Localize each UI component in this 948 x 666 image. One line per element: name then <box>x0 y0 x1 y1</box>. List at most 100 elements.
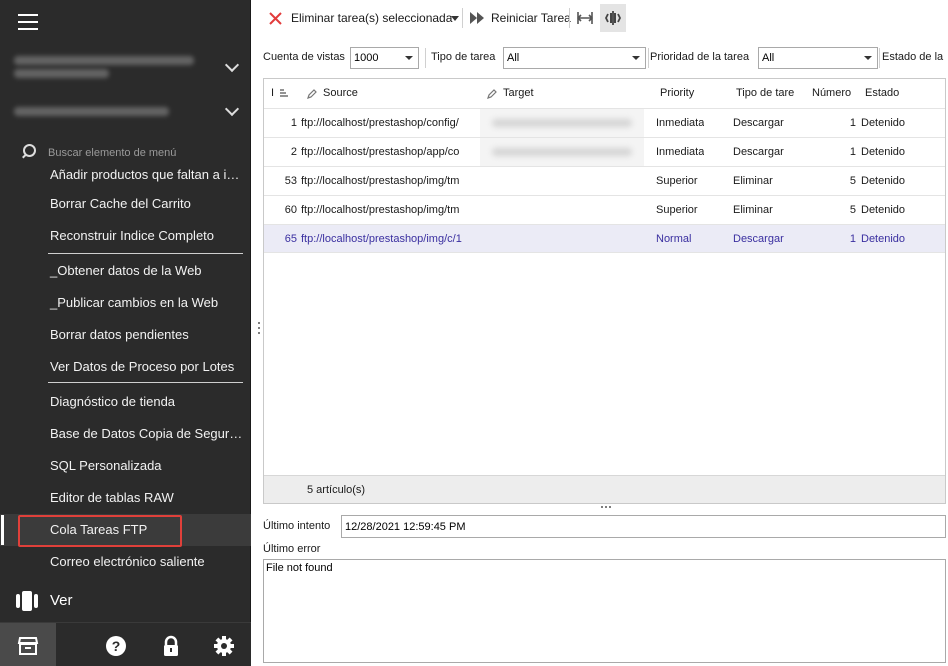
split-vertical-icon <box>605 11 621 25</box>
filter-divider <box>879 48 880 68</box>
sidebar-item-outgoing-email[interactable]: Correo electrónico saliente <box>0 546 251 576</box>
store-manager-selector[interactable] <box>0 92 251 130</box>
last-attempt-label: Último intento <box>263 520 331 532</box>
vertical-layout-button[interactable] <box>600 4 626 32</box>
chevron-down-icon <box>864 56 872 60</box>
task-priority-select[interactable]: All <box>758 47 878 69</box>
cell-target-blurred <box>480 109 644 137</box>
cell-number: 5 <box>849 204 856 216</box>
cell-number: 5 <box>849 175 856 187</box>
sidebar-item-clear-pending-data[interactable]: Borrar datos pendientes <box>0 319 251 351</box>
sidebar-item-ver[interactable]: Ver <box>0 583 251 619</box>
highlight-annotation <box>18 515 182 547</box>
sidebar-item-store-diagnostics[interactable]: Diagnóstico de tienda <box>0 386 251 418</box>
task-type-value: All <box>507 52 520 64</box>
sidebar-item-clear-cart-cache[interactable]: Borrar Cache del Carrito <box>0 188 251 220</box>
table-row[interactable]: 53 ftp://localhost/prestashop/img/tm Sup… <box>264 166 945 195</box>
filter-bar: Cuenta de vistas 1000 Tipo de tarea All … <box>251 44 948 72</box>
main-panel: Eliminar tarea(s) seleccionada Reiniciar… <box>251 0 948 666</box>
cell-status: Detenido <box>861 117 906 129</box>
col-header-status[interactable]: Estado <box>865 87 899 99</box>
col-header-id-label: I <box>271 87 275 99</box>
split-horizontal-icon <box>577 12 593 24</box>
col-header-id[interactable]: I <box>271 87 288 99</box>
task-priority-value: All <box>762 52 775 64</box>
cell-priority: Superior <box>656 204 698 216</box>
chevron-down-icon <box>405 56 413 60</box>
col-header-priority[interactable]: Priority <box>660 87 694 99</box>
views-count-label: Cuenta de vistas <box>263 51 345 63</box>
sidebar-item-rebuild-index[interactable]: Reconstruir Indice Completo <box>0 220 251 252</box>
filter-divider <box>425 48 426 68</box>
sidebar-item-publish-web-changes[interactable]: _Publicar cambios en la Web <box>0 287 251 319</box>
col-header-target[interactable]: Target <box>486 87 534 99</box>
selected-indicator <box>1 515 4 545</box>
views-count-value: 1000 <box>354 52 379 64</box>
toolbar-divider <box>569 8 570 28</box>
table-row[interactable]: 1 ftp://localhost/prestashop/config/ Inm… <box>264 108 945 137</box>
sidebar-item-database-backup[interactable]: Base de Datos Copia de Seguridad <box>0 418 251 450</box>
last-attempt-field[interactable] <box>341 515 946 538</box>
task-type-label: Tipo de tarea <box>431 51 496 63</box>
col-header-task-type[interactable]: Tipo de tare <box>736 87 794 99</box>
cell-id: 2 <box>290 146 297 158</box>
table-row-selected[interactable]: 65 ftp://localhost/prestashop/img/c/1 No… <box>264 224 945 253</box>
cell-status: Detenido <box>861 175 906 187</box>
sidebar-item-custom-sql[interactable]: SQL Personalizada <box>0 450 251 482</box>
cell-source: ftp://localhost/prestashop/img/c/1 <box>301 233 462 245</box>
cell-id: 1 <box>290 117 297 129</box>
edit-pencil-icon <box>307 89 317 99</box>
cell-status: Detenido <box>861 233 906 245</box>
menu-search-input[interactable] <box>48 144 243 162</box>
chevron-down-icon[interactable] <box>225 103 239 117</box>
sidebar-bottom-bar: ? <box>0 622 251 666</box>
cell-target-blurred <box>480 138 644 166</box>
menu-divider <box>48 253 243 254</box>
vertical-splitter-handle[interactable] <box>257 322 261 336</box>
cell-task-type: Eliminar <box>733 204 773 216</box>
last-error-field[interactable]: File not found <box>263 559 946 663</box>
help-icon[interactable]: ? <box>105 635 127 657</box>
cell-task-type: Descargar <box>733 117 784 129</box>
toolbar-divider <box>462 8 463 28</box>
edit-pencil-icon <box>487 89 497 99</box>
filter-divider <box>648 48 649 68</box>
cell-priority: Superior <box>656 175 698 187</box>
sidebar-item-raw-table-editor[interactable]: Editor de tablas RAW <box>0 482 251 514</box>
restart-task-label: Reiniciar Tarea <box>491 11 571 25</box>
search-icon <box>21 144 36 158</box>
delete-dropdown-button[interactable] <box>451 5 461 31</box>
delete-x-icon <box>269 12 282 25</box>
sidebar-item-batch-process-data[interactable]: Ver Datos de Proceso por Lotes <box>0 351 251 383</box>
hamburger-menu-icon[interactable] <box>18 14 38 30</box>
cell-id: 65 <box>284 233 297 245</box>
col-header-source[interactable]: Source <box>306 87 358 99</box>
cell-status: Detenido <box>861 204 906 216</box>
view-panels-icon <box>16 591 38 611</box>
cell-number: 1 <box>849 146 856 158</box>
table-row[interactable]: 60 ftp://localhost/prestashop/img/tm Sup… <box>264 195 945 224</box>
cell-task-type: Eliminar <box>733 175 773 187</box>
cell-id: 60 <box>284 204 297 216</box>
store-selector[interactable] <box>0 46 251 84</box>
horizontal-layout-button[interactable] <box>575 5 595 31</box>
table-row[interactable]: 2 ftp://localhost/prestashop/app/co Inme… <box>264 137 945 166</box>
sidebar: Añadir productos que faltan a inici Borr… <box>0 0 251 666</box>
store-button[interactable] <box>0 623 56 666</box>
sidebar-item-get-web-data[interactable]: _Obtener datos de la Web <box>0 255 251 287</box>
lock-icon[interactable] <box>160 635 182 657</box>
grid-header: I Source Target Priority Tipo de tare Nú… <box>264 79 945 108</box>
cell-task-type: Descargar <box>733 233 784 245</box>
fast-forward-icon <box>470 12 484 24</box>
ftp-tasks-grid: I Source Target Priority Tipo de tare Nú… <box>263 78 946 504</box>
store-name-blurred <box>14 56 194 65</box>
horizontal-splitter-handle[interactable] <box>601 504 611 510</box>
grid-footer: 5 artículo(s) <box>264 475 945 503</box>
views-count-select[interactable]: 1000 <box>350 47 419 69</box>
task-type-select[interactable]: All <box>503 47 646 69</box>
gear-icon[interactable] <box>213 635 235 657</box>
col-header-number[interactable]: Número <box>812 87 851 99</box>
chevron-down-icon[interactable] <box>225 59 239 73</box>
last-error-label: Último error <box>263 543 321 555</box>
chevron-down-icon <box>632 56 640 60</box>
